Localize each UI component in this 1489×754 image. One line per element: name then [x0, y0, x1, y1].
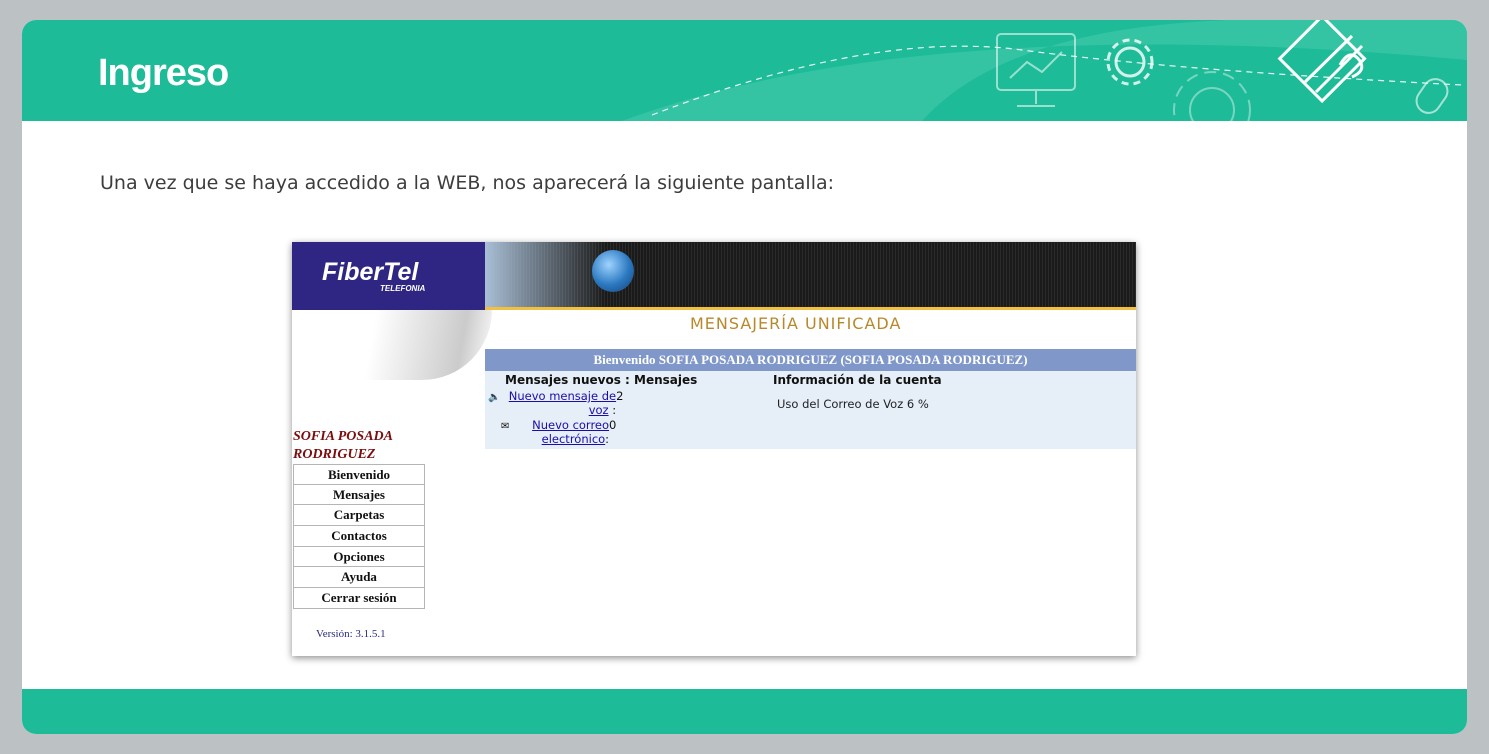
intro-text: Una vez que se haya accedido a la WEB, n…: [100, 172, 835, 194]
webmail-screenshot: FiberTel TELEFONIA MENSAJERÍA UNIFICADA …: [292, 242, 1136, 656]
logo-text: FiberTel: [322, 258, 419, 286]
header-swoosh: [322, 310, 492, 380]
account-header: Información de la cuenta: [773, 373, 942, 387]
banner-decoration: [622, 20, 1467, 121]
page-title: Ingreso: [98, 52, 229, 94]
envelope-icon: ✉: [501, 421, 510, 432]
footer-bar: [22, 689, 1467, 734]
new-email-link[interactable]: Nuevo correo electrónico: [532, 418, 609, 446]
fibertel-logo: FiberTel TELEFONIA: [292, 242, 485, 310]
side-nav: Bienvenido Mensajes Carpetas Contactos O…: [293, 464, 425, 609]
messages-header: Mensajes nuevos : Mensajes: [505, 373, 698, 387]
version-label: Versión: 3.1.5.1: [316, 628, 386, 640]
email-message-row: ✉ Nuevo correo electrónico:0: [501, 418, 617, 446]
nav-logout[interactable]: Cerrar sesión: [293, 588, 425, 609]
header-banner: Ingreso: [22, 20, 1467, 121]
gear-icon: [1173, 71, 1251, 121]
user-name: SOFIA POSADA RODRIGUEZ: [293, 429, 393, 462]
nav-folders[interactable]: Carpetas: [293, 505, 425, 527]
voice-message-row: 🔈 Nuevo mensaje de voz :2: [488, 389, 624, 417]
nav-options[interactable]: Opciones: [293, 546, 425, 568]
nav-help[interactable]: Ayuda: [293, 567, 425, 589]
header-divider: [485, 307, 1136, 310]
info-panel: Mensajes nuevos : Mensajes Información d…: [485, 371, 1136, 449]
header-fade: [485, 242, 605, 307]
voice-count: 2: [616, 389, 624, 403]
mouse-icon: [1415, 78, 1449, 114]
logo-subtext: TELEFONIA: [380, 284, 426, 293]
nav-contacts[interactable]: Contactos: [293, 526, 425, 547]
new-voice-message-link[interactable]: Nuevo mensaje de voz: [509, 389, 616, 417]
app-title: MENSAJERÍA UNIFICADA: [690, 314, 902, 333]
nav-messages[interactable]: Mensajes: [293, 484, 425, 506]
globe-icon: [592, 250, 634, 292]
speaker-icon: 🔈: [488, 392, 501, 403]
email-count: 0: [609, 418, 617, 432]
welcome-bar: Bienvenido SOFIA POSADA RODRIGUEZ (SOFIA…: [485, 349, 1136, 371]
slide-card: Ingreso Una vez que se haya accedido a l…: [22, 20, 1467, 734]
voicemail-quota: Uso del Correo de Voz 6 %: [777, 397, 929, 411]
nav-welcome[interactable]: Bienvenido: [293, 464, 425, 485]
